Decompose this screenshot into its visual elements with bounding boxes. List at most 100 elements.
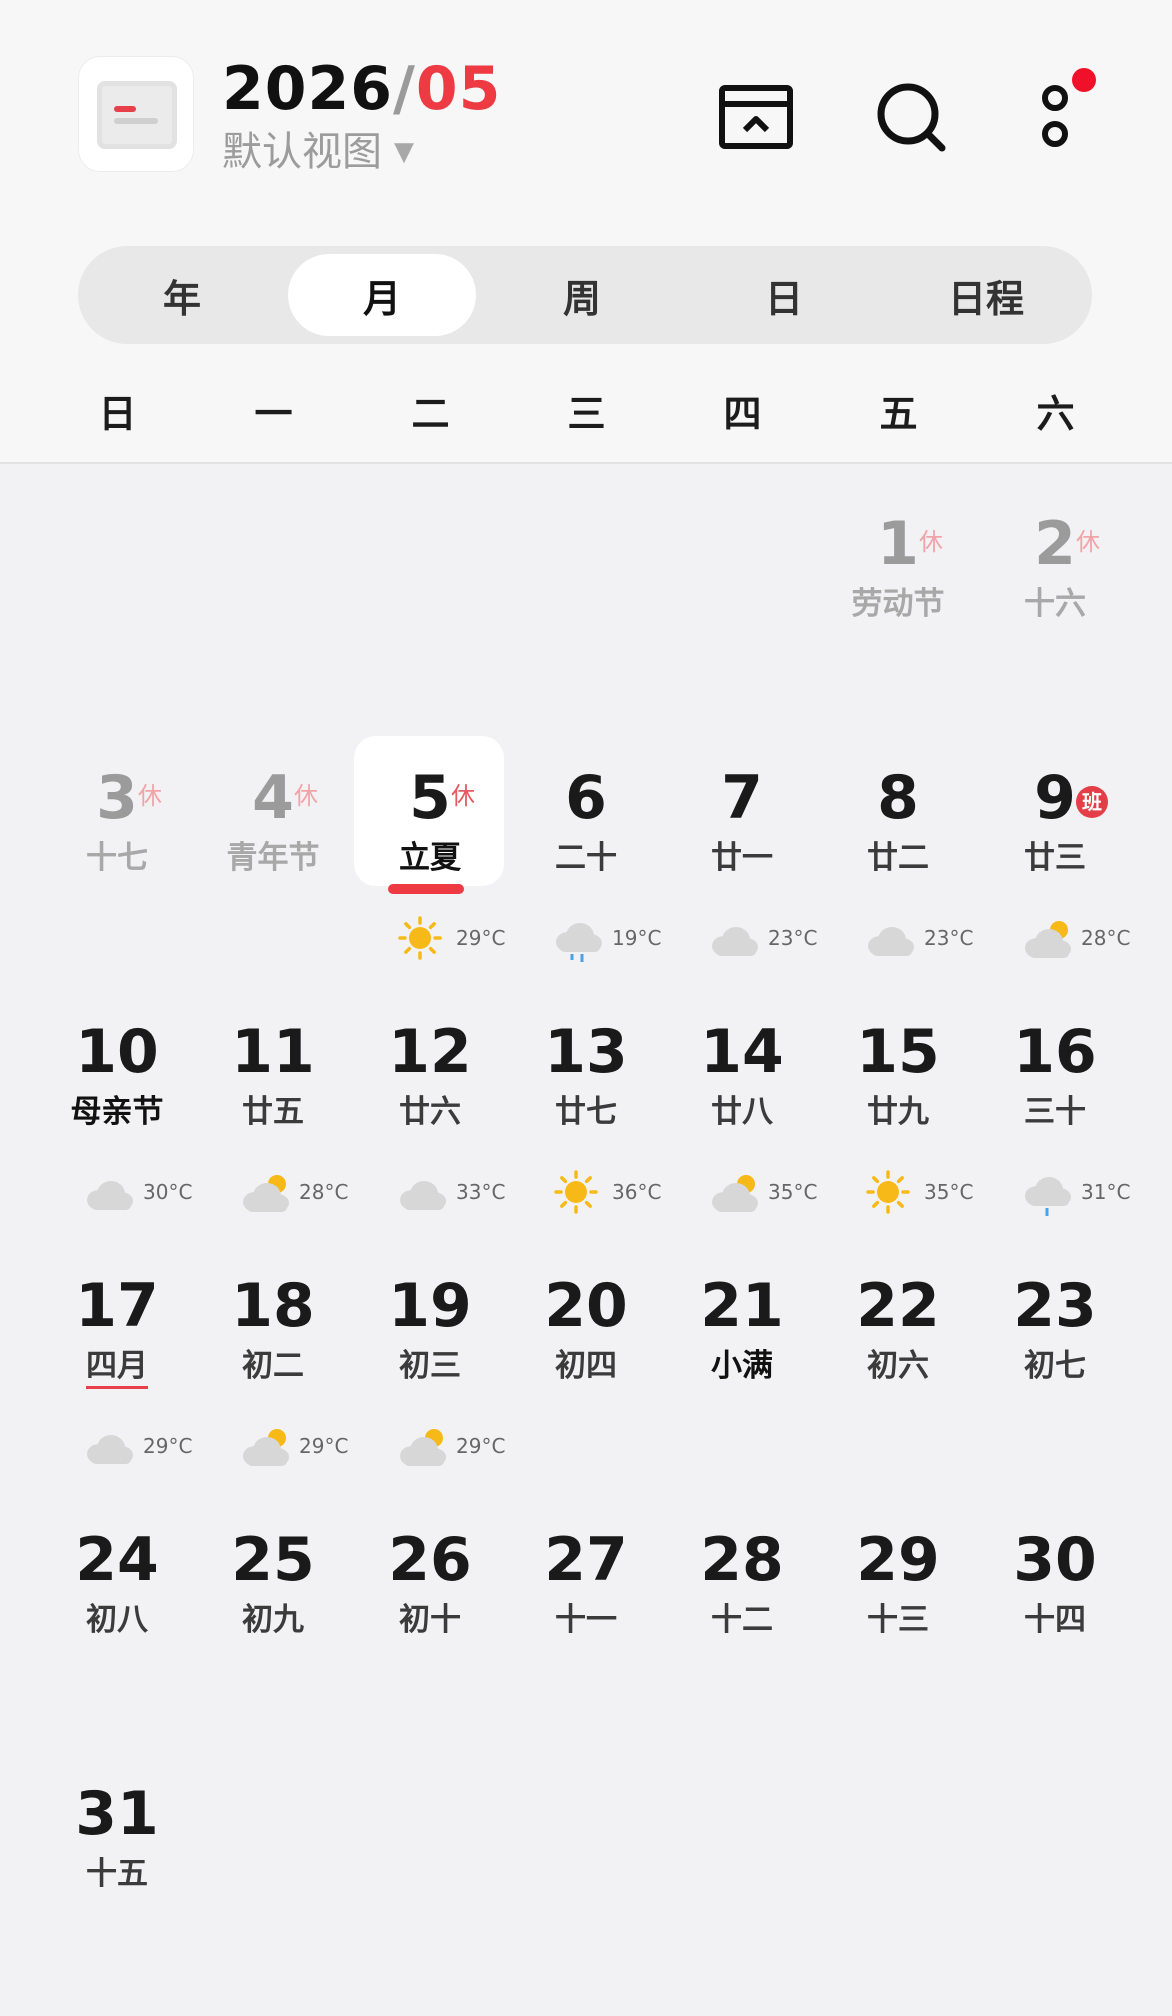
weekday-header: 日 一 二 三 四 五 六 — [0, 384, 1172, 444]
day-number: 18 — [231, 1271, 315, 1341]
day-cell[interactable]: 24 初八 — [39, 1522, 195, 1762]
day-cell[interactable]: 16 三十 31°C — [977, 1014, 1133, 1254]
temperature: 28°C — [1081, 926, 1131, 950]
lunar-date: 十一 — [555, 1602, 617, 1638]
day-number: 11 — [231, 1017, 315, 1087]
view-label: 默认视图 — [222, 129, 382, 175]
temperature: 29°C — [143, 1434, 193, 1458]
day-cell[interactable]: 8 廿二 23°C — [820, 760, 976, 1000]
day-cell[interactable]: 1 休劳动节 — [820, 506, 976, 746]
day-cell[interactable]: 12 廿六 33°C — [352, 1014, 508, 1254]
view-selector[interactable]: 默认视图 ▼ — [222, 126, 414, 178]
weather: 29°C — [352, 1424, 508, 1468]
lunar-date: 十四 — [1024, 1602, 1086, 1638]
weather: 35°C — [664, 1170, 820, 1214]
search-icon[interactable] — [872, 78, 952, 158]
day-cell[interactable]: 15 廿九 35°C — [820, 1014, 976, 1254]
tab-week[interactable]: 周 — [488, 254, 676, 336]
temperature: 28°C — [299, 1180, 349, 1204]
month-title[interactable]: 2026/05 — [222, 50, 501, 128]
lunar-date: 初九 — [242, 1602, 304, 1638]
holiday-badge: 休 — [138, 782, 162, 810]
weekday-label: 二 — [411, 392, 450, 436]
day-cell[interactable]: 5 休立夏 29°C — [352, 760, 508, 1000]
day-cell[interactable]: 28 十二 — [664, 1522, 820, 1762]
day-cell[interactable]: 30 十四 — [977, 1522, 1133, 1762]
day-cell[interactable]: 10 母亲节 30°C — [39, 1014, 195, 1254]
day-cell[interactable]: 29 十三 — [820, 1522, 976, 1762]
sun-icon — [554, 1170, 598, 1214]
day-number: 24 — [75, 1525, 159, 1595]
weekday-label: 六 — [1036, 392, 1075, 436]
sun-icon — [866, 1170, 910, 1214]
weekday-label: 四 — [723, 392, 762, 436]
day-cell[interactable]: 26 初十 — [352, 1522, 508, 1762]
weather: 35°C — [820, 1170, 976, 1214]
lunar-date: 初八 — [86, 1602, 148, 1638]
weather: 33°C — [352, 1170, 508, 1214]
day-number: 15 — [856, 1017, 940, 1087]
partly-cloudy-icon — [243, 1175, 289, 1212]
day-number: 31 — [75, 1779, 159, 1849]
weather: 30°C — [39, 1170, 195, 1214]
lunar-date: 廿九 — [867, 1094, 929, 1130]
day-number: 25 — [231, 1525, 315, 1595]
day-cell[interactable]: 21 小满 — [664, 1268, 820, 1508]
day-cell[interactable]: 14 廿八 35°C — [664, 1014, 820, 1254]
lunar-date: 劳动节 — [851, 586, 945, 622]
lunar-date: 初十 — [399, 1602, 461, 1638]
app-logo-icon[interactable] — [78, 56, 194, 172]
tab-day[interactable]: 日 — [690, 254, 878, 336]
weather: 36°C — [508, 1170, 664, 1214]
lunar-date: 初四 — [555, 1348, 617, 1384]
partly-cloudy-icon — [400, 1429, 446, 1466]
day-cell[interactable]: 19 初三 29°C — [352, 1268, 508, 1508]
day-cell[interactable]: 31 十五 — [39, 1776, 195, 2016]
day-number: 9 — [1034, 763, 1076, 833]
day-cell[interactable]: 2 休十六 — [977, 506, 1133, 746]
day-number: 20 — [544, 1271, 628, 1341]
temperature: 29°C — [456, 1434, 506, 1458]
view-tabs: 年 月 周 日 日程 — [78, 246, 1092, 344]
tab-schedule[interactable]: 日程 — [892, 254, 1080, 336]
lunar-date: 廿七 — [555, 1094, 617, 1130]
day-cell[interactable]: 6 二十 19°C — [508, 760, 664, 1000]
day-cell[interactable]: 22 初六 — [820, 1268, 976, 1508]
day-cell[interactable]: 17 四月 29°C — [39, 1268, 195, 1508]
weather: 23°C — [820, 916, 976, 960]
weather: 19°C — [508, 916, 664, 962]
day-cell[interactable]: 4 休青年节 — [195, 760, 351, 1000]
day-number: 1 — [877, 509, 919, 579]
temperature: 36°C — [612, 1180, 662, 1204]
day-number: 6 — [565, 763, 607, 833]
day-cell[interactable]: 18 初二 29°C — [195, 1268, 351, 1508]
temperature: 29°C — [299, 1434, 349, 1458]
day-cell[interactable]: 13 廿七 36°C — [508, 1014, 664, 1254]
archive-icon[interactable] — [716, 78, 796, 158]
day-cell[interactable]: 23 初七 — [977, 1268, 1133, 1508]
lunar-date: 廿六 — [399, 1094, 461, 1130]
day-cell[interactable]: 7 廿一 23°C — [664, 760, 820, 1000]
day-cell[interactable]: 20 初四 — [508, 1268, 664, 1508]
holiday-badge: 休 — [919, 528, 943, 556]
today-indicator — [388, 884, 464, 894]
weather: 31°C — [977, 1170, 1133, 1216]
lunar-date: 二十 — [555, 840, 617, 876]
day-number: 7 — [721, 763, 763, 833]
tab-year[interactable]: 年 — [88, 254, 276, 336]
lunar-date: 初三 — [399, 1348, 461, 1384]
day-number: 19 — [388, 1271, 472, 1341]
tab-month[interactable]: 月 — [288, 254, 476, 336]
day-cell[interactable]: 3 休十七 — [39, 760, 195, 1000]
weather: 23°C — [664, 916, 820, 960]
day-cell[interactable]: 27 十一 — [508, 1522, 664, 1762]
holiday-badge: 休 — [451, 782, 475, 810]
day-number: 5 — [409, 763, 451, 833]
day-cell[interactable]: 9 班廿三 28°C — [977, 760, 1133, 1000]
day-cell[interactable]: 25 初九 — [195, 1522, 351, 1762]
lunar-date: 初六 — [867, 1348, 929, 1384]
cloud-icon — [87, 1435, 133, 1464]
day-cell[interactable]: 11 廿五 28°C — [195, 1014, 351, 1254]
lunar-date: 母亲节 — [70, 1094, 164, 1130]
lunar-date: 初七 — [1024, 1348, 1086, 1384]
